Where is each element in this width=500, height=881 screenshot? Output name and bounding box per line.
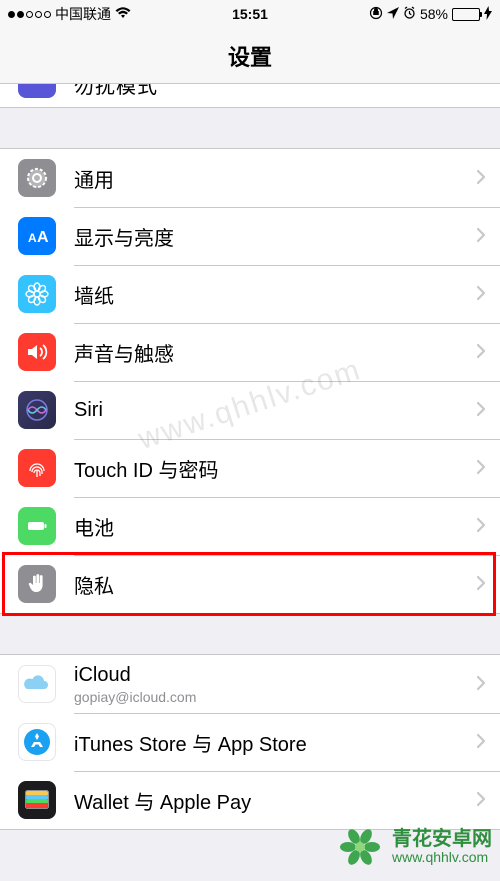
text-size-icon: AA <box>18 217 56 255</box>
settings-row-dnd[interactable]: 勿扰模式 <box>0 84 500 108</box>
row-text: 隐私 <box>74 570 476 599</box>
row-label: 隐私 <box>74 570 476 599</box>
fingerprint-icon <box>18 449 56 487</box>
settings-group-general: 通用 AA 显示与亮度墙纸声音与触感 Siri Touch ID 与密码电池隐私 <box>0 148 500 614</box>
chevron-right-icon <box>476 570 486 598</box>
row-label: 电池 <box>74 512 476 541</box>
battery-icon <box>18 507 56 545</box>
row-label: iCloud <box>74 664 476 687</box>
chevron-right-icon <box>476 728 486 756</box>
cloud-icon <box>18 665 56 703</box>
settings-row-itunes[interactable]: iTunes Store 与 App Store <box>0 713 500 771</box>
row-text: Touch ID 与密码 <box>74 454 476 483</box>
settings-row-general[interactable]: 通用 <box>0 149 500 207</box>
row-text: 墙纸 <box>74 280 476 309</box>
settings-row-siri[interactable]: Siri <box>0 381 500 439</box>
speaker-icon <box>18 333 56 371</box>
row-text: 显示与亮度 <box>74 222 476 251</box>
row-label: Touch ID 与密码 <box>74 454 476 483</box>
chevron-right-icon <box>476 670 486 698</box>
brand-overlay: 青花安卓网 www.qhhlv.com <box>334 821 492 873</box>
row-sublabel: gopiay@icloud.com <box>74 689 476 705</box>
page-title: 设置 <box>228 40 272 72</box>
battery-icon <box>452 8 480 21</box>
settings-row-privacy[interactable]: 隐私 <box>0 555 500 613</box>
battery-percent: 58% <box>420 6 448 22</box>
chevron-right-icon <box>476 512 486 540</box>
row-label: Siri <box>74 399 476 422</box>
row-label: 通用 <box>74 164 476 193</box>
brand-url: www.qhhlv.com <box>392 850 492 865</box>
status-right: 58% <box>369 6 492 23</box>
settings-group-accounts: iCloud gopiay@icloud.com iTunes Store 与 Ap… <box>0 654 500 830</box>
row-text: iCloud gopiay@icloud.com <box>74 664 476 705</box>
alarm-icon <box>403 6 416 22</box>
chevron-right-icon <box>476 396 486 424</box>
row-text: 声音与触感 <box>74 338 476 367</box>
signal-strength-icon <box>8 11 51 18</box>
chevron-right-icon <box>476 222 486 250</box>
row-label: iTunes Store 与 App Store <box>74 728 476 757</box>
row-text: Wallet 与 Apple Pay <box>74 786 476 815</box>
brand-title: 青花安卓网 <box>392 828 492 850</box>
wifi-icon <box>115 6 131 22</box>
location-icon <box>387 6 399 22</box>
row-label: 显示与亮度 <box>74 222 476 251</box>
wallet-icon <box>18 781 56 819</box>
gear-icon <box>18 159 56 197</box>
row-label: Wallet 与 Apple Pay <box>74 786 476 815</box>
chevron-right-icon <box>476 338 486 366</box>
settings-row-wallpaper[interactable]: 墙纸 <box>0 265 500 323</box>
settings-row-battery[interactable]: 电池 <box>0 497 500 555</box>
row-text: 通用 <box>74 164 476 193</box>
row-text: Siri <box>74 399 476 422</box>
hand-icon <box>18 565 56 603</box>
row-label: 墙纸 <box>74 280 476 309</box>
row-text: 电池 <box>74 512 476 541</box>
status-bar: 中国联通 15:51 58% <box>0 0 500 28</box>
chevron-right-icon <box>476 280 486 308</box>
appstore-icon <box>18 723 56 761</box>
svg-text:A: A <box>37 229 49 246</box>
settings-row-icloud[interactable]: iCloud gopiay@icloud.com <box>0 655 500 713</box>
flower-icon <box>18 275 56 313</box>
settings-row-sounds[interactable]: 声音与触感 <box>0 323 500 381</box>
charging-icon <box>484 6 492 23</box>
moon-icon <box>18 84 56 98</box>
settings-row-display[interactable]: AA 显示与亮度 <box>0 207 500 265</box>
chevron-right-icon <box>476 164 486 192</box>
row-label: 声音与触感 <box>74 338 476 367</box>
chevron-right-icon <box>476 786 486 814</box>
siri-icon <box>18 391 56 429</box>
orientation-lock-icon <box>369 6 383 23</box>
carrier-label: 中国联通 <box>55 4 111 24</box>
brand-logo-icon <box>334 821 386 873</box>
nav-bar: 设置 <box>0 28 500 84</box>
row-text: iTunes Store 与 App Store <box>74 728 476 757</box>
svg-text:A: A <box>28 231 37 245</box>
settings-row-touchid[interactable]: Touch ID 与密码 <box>0 439 500 497</box>
row-label: 勿扰模式 <box>74 84 158 99</box>
chevron-right-icon <box>476 454 486 482</box>
clock: 15:51 <box>232 6 268 22</box>
status-left: 中国联通 <box>8 4 131 24</box>
